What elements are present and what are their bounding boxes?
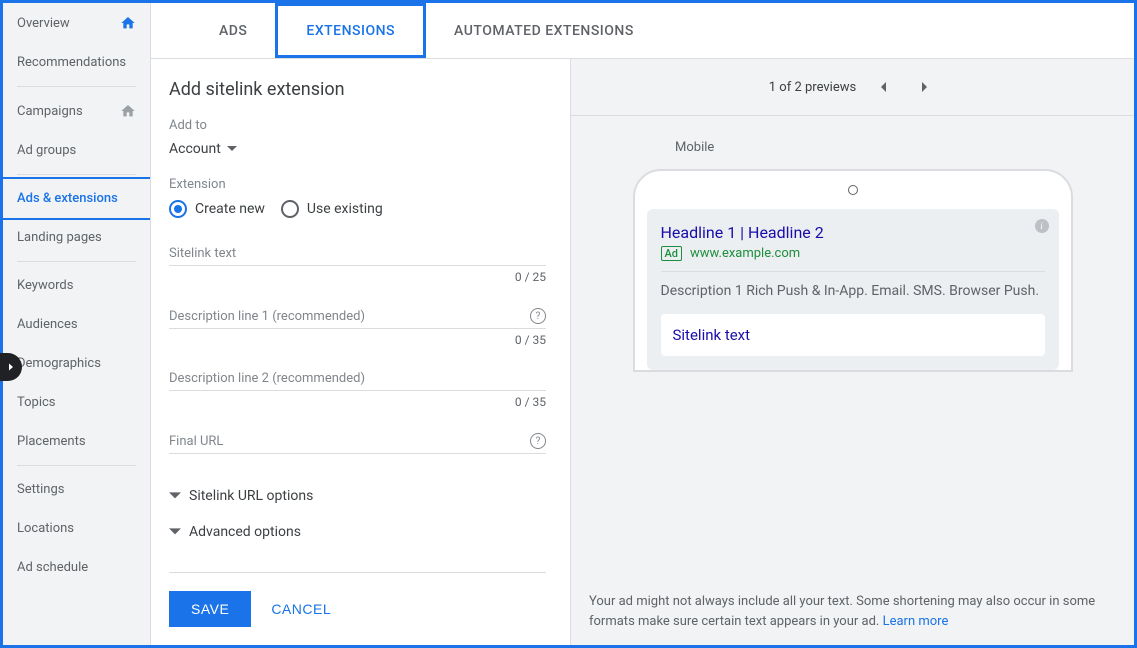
add-to-dropdown[interactable]: Account [169,141,546,157]
preview-panel: 1 of 2 previews Mobile i Hea [571,59,1134,645]
chevron-down-icon [227,144,237,154]
sidebar-item-label: Landing pages [17,230,102,245]
description1-input[interactable]: Description line 1 (recommended) ? [169,308,546,329]
sidebar-item-recommendations[interactable]: Recommendations [3,43,150,82]
note-text: Your ad might not always include all you… [589,594,1095,629]
form-title: Add sitelink extension [169,79,546,100]
collapsible-label: Advanced options [189,524,301,540]
tab-extensions[interactable]: EXTENSIONS [275,3,426,58]
ad-headline: Headline 1 | Headline 2 [661,223,1045,242]
tab-ads[interactable]: ADS [191,3,275,58]
sidebar-item-locations[interactable]: Locations [3,509,150,548]
ad-description: Description 1 Rich Push & In-App. Email.… [661,282,1045,302]
ad-url: www.example.com [690,246,800,261]
sidebar-item-label: Topics [17,395,56,410]
sidebar-item-label: Overview [17,16,70,31]
sidebar-item-label: Audiences [17,317,78,332]
input-placeholder: Description line 2 (recommended) [169,371,546,386]
tabs: ADS EXTENSIONS AUTOMATED EXTENSIONS [151,3,1134,59]
cancel-button[interactable]: CANCEL [271,601,331,617]
tab-automated-extensions[interactable]: AUTOMATED EXTENSIONS [426,3,662,58]
final-url-input[interactable]: Final URL ? [169,433,546,454]
char-counter: 0 / 25 [169,270,546,284]
divider [17,465,136,466]
sidebar-item-ads-extensions[interactable]: Ads & extensions [3,177,151,220]
sidebar-item-audiences[interactable]: Audiences [3,305,150,344]
next-preview-button[interactable] [912,75,936,99]
sidebar-item-landing-pages[interactable]: Landing pages [3,218,150,257]
home-icon [120,15,136,31]
preview-note: Your ad might not always include all you… [571,578,1134,645]
phone-camera-icon [848,185,858,195]
char-counter: 0 / 35 [169,395,546,409]
info-icon[interactable]: i [1035,219,1049,233]
home-icon [120,103,136,119]
description2-input[interactable]: Description line 2 (recommended) [169,371,546,391]
ad-preview-card: i Headline 1 | Headline 2 Ad www.example… [647,209,1059,370]
dropdown-value: Account [169,141,221,157]
sitelink-url-options-toggle[interactable]: Sitelink URL options [169,478,546,514]
chevron-left-icon [879,82,889,92]
sidebar-item-label: Demographics [17,356,101,371]
sitelink-text-input[interactable]: Sitelink text [169,246,546,266]
chevron-down-icon [169,526,181,538]
sidebar-item-topics[interactable]: Topics [3,383,150,422]
input-placeholder: Final URL [169,434,530,449]
divider [17,86,136,87]
sidebar-item-label: Settings [17,482,64,497]
form-panel: Add sitelink extension Add to Account Ex… [151,59,571,645]
help-icon[interactable]: ? [530,308,546,324]
sidebar-item-overview[interactable]: Overview [3,3,150,43]
preview-counter: 1 of 2 previews [769,80,856,95]
sidebar-item-campaigns[interactable]: Campaigns [3,91,150,131]
sidebar-item-settings[interactable]: Settings [3,470,150,509]
ad-badge: Ad [661,246,683,261]
divider [17,261,136,262]
collapsible-label: Sitelink URL options [189,488,313,504]
sidebar-item-label: Placements [17,434,86,449]
help-icon[interactable]: ? [530,433,546,449]
sidebar-item-label: Recommendations [17,55,126,70]
radio-label: Create new [195,201,265,217]
sidebar-item-label: Ads & extensions [17,191,118,206]
input-placeholder: Sitelink text [169,246,546,261]
radio-label: Use existing [307,201,383,217]
radio-icon [169,200,187,218]
sidebar-item-placements[interactable]: Placements [3,422,150,461]
mobile-label: Mobile [675,140,714,155]
sidebar-item-demographics[interactable]: Demographics [3,344,150,383]
add-to-label: Add to [169,118,546,133]
sidebar: Overview Recommendations Campaigns Ad gr… [3,3,151,645]
radio-create-new[interactable]: Create new [169,200,265,218]
chevron-down-icon [169,490,181,502]
divider [17,174,136,175]
sidebar-item-keywords[interactable]: Keywords [3,266,150,305]
sidebar-item-label: Campaigns [17,104,83,119]
save-button[interactable]: SAVE [169,591,251,627]
sidebar-item-ad-groups[interactable]: Ad groups [3,131,150,170]
extension-label: Extension [169,177,546,192]
ad-sitelink: Sitelink text [661,314,1045,356]
radio-icon [281,200,299,218]
sidebar-item-label: Ad groups [17,143,76,158]
learn-more-link[interactable]: Learn more [883,614,949,629]
sidebar-item-ad-schedule[interactable]: Ad schedule [3,548,150,587]
phone-frame: i Headline 1 | Headline 2 Ad www.example… [633,169,1073,372]
divider [661,271,1045,272]
prev-preview-button[interactable] [872,75,896,99]
radio-use-existing[interactable]: Use existing [281,200,383,218]
sidebar-item-label: Locations [17,521,74,536]
input-placeholder: Description line 1 (recommended) [169,309,530,324]
char-counter: 0 / 35 [169,333,546,347]
sidebar-item-label: Keywords [17,278,73,293]
advanced-options-toggle[interactable]: Advanced options [169,514,546,550]
chevron-right-icon [919,82,929,92]
sidebar-item-label: Ad schedule [17,560,88,575]
